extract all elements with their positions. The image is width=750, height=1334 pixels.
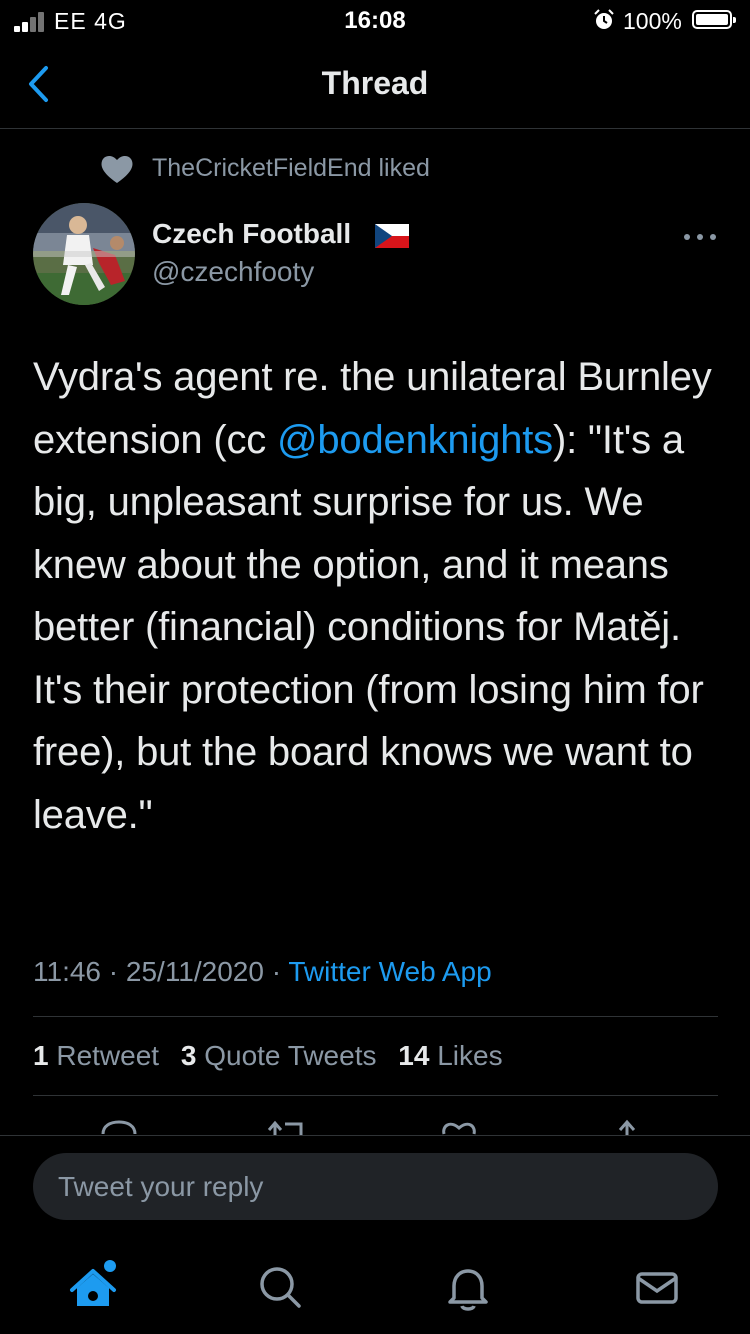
tweet-text-part2: ): "It's a big, unpleasant surprise for … xyxy=(33,417,704,837)
divider xyxy=(33,1095,718,1096)
navigation-header: Thread xyxy=(0,40,750,129)
tweet-date: 25/11/2020 xyxy=(125,956,264,987)
retweet-icon[interactable] xyxy=(265,1118,307,1136)
avatar[interactable] xyxy=(33,203,135,305)
share-icon[interactable] xyxy=(612,1118,642,1136)
search-icon[interactable] xyxy=(250,1258,310,1318)
alarm-icon xyxy=(593,9,615,36)
tweet-actions xyxy=(0,1118,750,1136)
reply-bar: Tweet your reply xyxy=(0,1135,750,1236)
tweet-meta: 11:46 · 25/11/2020 · Twitter Web App xyxy=(33,956,492,988)
battery-percentage: 100% xyxy=(623,8,682,34)
home-icon[interactable] xyxy=(63,1258,123,1318)
more-options-button[interactable] xyxy=(680,224,720,248)
retweets-stat[interactable]: 1 Retweet xyxy=(33,1040,159,1071)
reply-input[interactable]: Tweet your reply xyxy=(33,1153,718,1220)
social-context-text: TheCricketFieldEnd liked xyxy=(152,154,430,182)
meta-separator: · xyxy=(271,956,289,987)
author-name[interactable]: Czech Football xyxy=(152,218,351,250)
twitter-thread-screen: EE 4G 16:08 100% Thread TheCricketFieldE… xyxy=(0,0,750,1334)
quote-tweets-stat[interactable]: 3 Quote Tweets xyxy=(181,1040,377,1071)
likes-stat[interactable]: 14 Likes xyxy=(398,1040,502,1071)
czech-flag-icon xyxy=(375,224,409,248)
tweet-source-link[interactable]: Twitter Web App xyxy=(288,956,491,987)
tweet-text: Vydra's agent re. the unilateral Burnley… xyxy=(33,346,733,846)
status-bar: EE 4G 16:08 100% xyxy=(0,0,750,40)
bottom-tab-bar xyxy=(0,1240,750,1334)
heart-icon xyxy=(101,155,133,183)
mail-icon[interactable] xyxy=(627,1258,687,1318)
battery-icon xyxy=(692,10,736,29)
divider xyxy=(33,1016,718,1017)
page-title: Thread xyxy=(321,65,429,101)
author-handle[interactable]: @czechfooty xyxy=(152,256,314,288)
mention-link[interactable]: @bodenknights xyxy=(277,418,553,462)
like-icon[interactable] xyxy=(440,1118,478,1136)
avatar-photo xyxy=(33,203,135,305)
tweet-stats: 1 Retweet 3 Quote Tweets 14 Likes xyxy=(33,1040,503,1072)
tweet-time: 11:46 xyxy=(33,956,101,987)
meta-separator: · xyxy=(108,956,126,987)
reply-icon[interactable] xyxy=(100,1118,138,1136)
bell-icon[interactable] xyxy=(438,1258,498,1318)
